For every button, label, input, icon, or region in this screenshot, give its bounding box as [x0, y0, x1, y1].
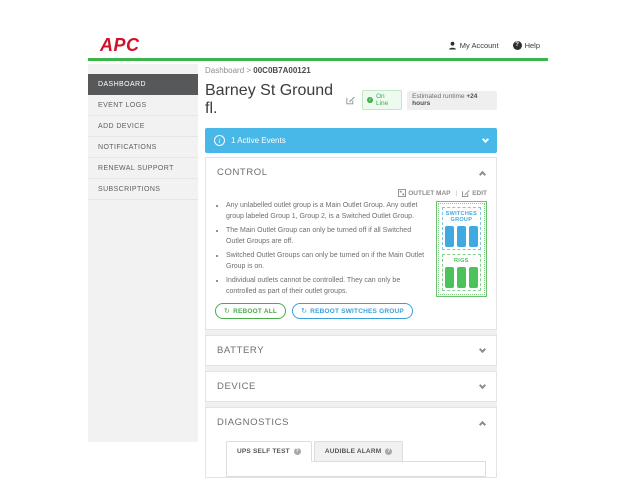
apc-logo: APC: [100, 34, 140, 55]
sidebar-item-event-logs[interactable]: EVENT LOGS: [88, 95, 198, 116]
control-section: CONTROL OUTLET MAP | EDIT • Any unlabell…: [205, 157, 497, 330]
help-label: Help: [524, 40, 540, 50]
section-list: CONTROL OUTLET MAP | EDIT • Any unlabell…: [205, 157, 497, 478]
device-title-row: Barney St Ground fl. ✓ On Line Estimated…: [205, 82, 497, 118]
chevron-up-icon[interactable]: [478, 170, 487, 178]
control-left-column: Any unlabelled outlet group is a Main Ou…: [215, 201, 428, 319]
diagnostics-section-title: DIAGNOSTICS: [217, 417, 290, 428]
edit-link[interactable]: EDIT: [462, 189, 487, 197]
reboot-icon: ↻: [224, 308, 231, 315]
tab-ups-self-test[interactable]: UPS SELF TEST ?: [226, 441, 312, 462]
apc-dashboard-page: APC My Account ? Help DASHBOARD EVENT LO…: [0, 0, 640, 480]
breadcrumb-separator: >: [246, 66, 252, 75]
reboot-button-row: ↻ REBOOT ALL ↻ REBOOT SWITCHES GROUP: [215, 303, 428, 319]
active-events-label: 1 Active Events: [231, 136, 286, 145]
active-events-banner[interactable]: i 1 Active Events: [205, 128, 497, 153]
control-section-title: CONTROL: [217, 167, 268, 178]
page-title: Barney St Ground fl.: [205, 82, 334, 117]
reboot-switches-label: REBOOT SWITCHES GROUP: [310, 307, 404, 315]
sidebar-item-notifications[interactable]: NOTIFICATIONS: [88, 137, 198, 158]
chevron-down-icon[interactable]: [478, 381, 487, 389]
control-columns: Any unlabelled outlet group is a Main Ou…: [215, 201, 487, 319]
outlet-group-switches-sockets: [444, 226, 478, 247]
diagnostics-section-header[interactable]: DIAGNOSTICS: [206, 408, 496, 437]
reboot-switches-group-button[interactable]: ↻ REBOOT SWITCHES GROUP: [292, 303, 413, 319]
info-icon: i: [214, 135, 225, 146]
outlet-socket: [456, 226, 466, 247]
reboot-all-label: REBOOT ALL: [233, 307, 278, 315]
outlet-socket: [468, 267, 478, 288]
outlet-socket: [468, 226, 478, 247]
outlet-rule: Individual outlets cannot be controlled.…: [226, 276, 428, 297]
help-button[interactable]: ? Help: [512, 40, 540, 50]
help-icon[interactable]: ?: [385, 448, 393, 455]
outlet-rule: Any unlabelled outlet group is a Main Ou…: [226, 201, 428, 222]
topbar-actions: My Account ? Help: [448, 40, 540, 50]
reboot-all-button[interactable]: ↻ REBOOT ALL: [215, 303, 287, 319]
outlet-group-switches: SWITCHES GROUP: [441, 207, 481, 250]
outlet-socket: [444, 267, 454, 288]
outlet-group-switches-label: SWITCHES GROUP: [445, 211, 478, 223]
reboot-icon: ↻: [301, 308, 308, 315]
outlet-socket: [444, 226, 454, 247]
my-account-label: My Account: [459, 40, 499, 50]
breadcrumb-current: 00C0B7A00121: [253, 66, 311, 75]
control-section-header[interactable]: CONTROL: [206, 158, 496, 187]
outlet-map: SWITCHES GROUP RIGS: [435, 201, 487, 297]
ups-self-test-panel: [226, 461, 486, 477]
runtime-badge: Estimated runtime +24 hours: [407, 90, 497, 110]
outlet-rules-list: Any unlabelled outlet group is a Main Ou…: [215, 201, 428, 297]
top-bar: APC My Account ? Help: [88, 32, 548, 61]
outlet-socket: [456, 267, 466, 288]
check-icon: ✓: [367, 97, 373, 103]
control-section-body: OUTLET MAP | EDIT • Any unlabelled outle…: [206, 187, 496, 329]
chevron-down-icon[interactable]: [481, 135, 490, 143]
sidebar-item-renewal-support[interactable]: RENEWAL SUPPORT: [88, 158, 198, 179]
tab-ups-self-test-label: UPS SELF TEST: [237, 448, 290, 455]
sidebar-item-subscriptions[interactable]: SUBSCRIPTIONS: [88, 179, 198, 200]
sidebar-item-add-device[interactable]: ADD DEVICE: [88, 116, 198, 137]
device-section: DEVICE: [205, 371, 497, 402]
sidebar: DASHBOARD EVENT LOGS ADD DEVICE NOTIFICA…: [88, 64, 198, 442]
person-icon: [448, 41, 456, 50]
breadcrumb-parent[interactable]: Dashboard: [205, 66, 244, 75]
outlet-group-rigs: RIGS: [441, 254, 481, 291]
tab-audible-alarm-label: AUDIBLE ALARM: [324, 448, 382, 455]
banner-content: i 1 Active Events: [214, 135, 286, 146]
chevron-down-icon[interactable]: [478, 345, 487, 353]
chevron-up-icon[interactable]: [478, 420, 487, 428]
outlet-map-link-label: OUTLET MAP: [408, 189, 451, 197]
edit-link-label: EDIT: [472, 189, 487, 197]
tab-audible-alarm[interactable]: AUDIBLE ALARM ?: [313, 441, 404, 461]
status-label: On Line: [375, 93, 389, 107]
control-links-row: OUTLET MAP | EDIT: [215, 189, 487, 197]
outlet-group-rigs-sockets: [444, 267, 478, 288]
my-account-button[interactable]: My Account: [448, 41, 499, 50]
battery-section: BATTERY: [205, 335, 497, 366]
outlet-rule: Switched Outlet Groups can only be turne…: [226, 251, 428, 272]
link-separator: |: [455, 189, 458, 197]
diagnostics-body: UPS SELF TEST ? AUDIBLE ALARM ?: [206, 437, 496, 477]
outlet-map-inner: SWITCHES GROUP RIGS: [437, 203, 485, 295]
outlet-group-rigs-label: RIGS: [454, 258, 469, 264]
battery-section-header[interactable]: BATTERY: [206, 336, 496, 365]
breadcrumb: Dashboard > 00C0B7A00121: [205, 66, 497, 75]
sidebar-item-dashboard[interactable]: DASHBOARD: [88, 74, 198, 95]
main-content: Dashboard > 00C0B7A00121 Barney St Groun…: [205, 66, 497, 478]
runtime-prefix: Estimated runtime: [412, 93, 465, 100]
battery-section-title: BATTERY: [217, 345, 265, 356]
help-icon: ?: [512, 40, 522, 50]
help-icon[interactable]: ?: [293, 448, 301, 455]
diagnostics-section: DIAGNOSTICS UPS SELF TEST ? AUDIBLE ALAR…: [205, 407, 497, 478]
outlet-map-icon: [398, 189, 407, 197]
device-section-title: DEVICE: [217, 381, 256, 392]
edit-title-icon[interactable]: [346, 95, 355, 105]
diagnostics-tabs: UPS SELF TEST ? AUDIBLE ALARM ?: [226, 441, 486, 462]
status-badge: ✓ On Line: [362, 90, 403, 110]
outlet-rule: The Main Outlet Group can only be turned…: [226, 226, 428, 247]
edit-icon: [462, 190, 470, 197]
device-section-header[interactable]: DEVICE: [206, 372, 496, 401]
outlet-map-link[interactable]: OUTLET MAP: [398, 189, 450, 197]
